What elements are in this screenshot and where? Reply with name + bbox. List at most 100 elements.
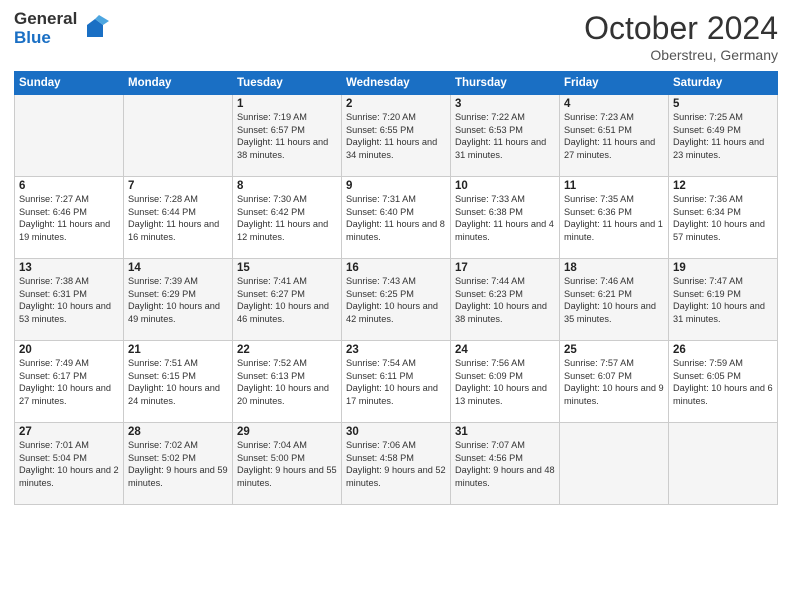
title-block: October 2024 Oberstreu, Germany: [584, 10, 778, 63]
day-number: 9: [346, 180, 446, 192]
table-row: 12Sunrise: 7:36 AM Sunset: 6:34 PM Dayli…: [669, 177, 778, 259]
day-info: Sunrise: 7:31 AM Sunset: 6:40 PM Dayligh…: [346, 193, 446, 244]
table-row: 28Sunrise: 7:02 AM Sunset: 5:02 PM Dayli…: [124, 423, 233, 505]
table-row: 7Sunrise: 7:28 AM Sunset: 6:44 PM Daylig…: [124, 177, 233, 259]
day-info: Sunrise: 7:22 AM Sunset: 6:53 PM Dayligh…: [455, 111, 555, 162]
day-info: Sunrise: 7:28 AM Sunset: 6:44 PM Dayligh…: [128, 193, 228, 244]
day-number: 7: [128, 180, 228, 192]
day-info: Sunrise: 7:07 AM Sunset: 4:56 PM Dayligh…: [455, 439, 555, 490]
table-row: 26Sunrise: 7:59 AM Sunset: 6:05 PM Dayli…: [669, 341, 778, 423]
day-info: Sunrise: 7:19 AM Sunset: 6:57 PM Dayligh…: [237, 111, 337, 162]
day-info: Sunrise: 7:59 AM Sunset: 6:05 PM Dayligh…: [673, 357, 773, 408]
day-number: 29: [237, 426, 337, 438]
header-monday: Monday: [124, 72, 233, 95]
day-info: Sunrise: 7:27 AM Sunset: 6:46 PM Dayligh…: [19, 193, 119, 244]
month-title: October 2024: [584, 10, 778, 47]
day-info: Sunrise: 7:56 AM Sunset: 6:09 PM Dayligh…: [455, 357, 555, 408]
page-header: General Blue October 2024 Oberstreu, Ger…: [14, 10, 778, 63]
day-info: Sunrise: 7:02 AM Sunset: 5:02 PM Dayligh…: [128, 439, 228, 490]
header-saturday: Saturday: [669, 72, 778, 95]
day-info: Sunrise: 7:41 AM Sunset: 6:27 PM Dayligh…: [237, 275, 337, 326]
day-number: 1: [237, 98, 337, 110]
day-number: 30: [346, 426, 446, 438]
table-row: 24Sunrise: 7:56 AM Sunset: 6:09 PM Dayli…: [451, 341, 560, 423]
day-info: Sunrise: 7:30 AM Sunset: 6:42 PM Dayligh…: [237, 193, 337, 244]
table-row: 9Sunrise: 7:31 AM Sunset: 6:40 PM Daylig…: [342, 177, 451, 259]
table-row: 21Sunrise: 7:51 AM Sunset: 6:15 PM Dayli…: [124, 341, 233, 423]
logo-general-text: General: [14, 10, 77, 29]
header-wednesday: Wednesday: [342, 72, 451, 95]
day-info: Sunrise: 7:06 AM Sunset: 4:58 PM Dayligh…: [346, 439, 446, 490]
location: Oberstreu, Germany: [584, 47, 778, 63]
day-number: 21: [128, 344, 228, 356]
table-row: 10Sunrise: 7:33 AM Sunset: 6:38 PM Dayli…: [451, 177, 560, 259]
day-number: 23: [346, 344, 446, 356]
table-row: 13Sunrise: 7:38 AM Sunset: 6:31 PM Dayli…: [15, 259, 124, 341]
day-info: Sunrise: 7:51 AM Sunset: 6:15 PM Dayligh…: [128, 357, 228, 408]
day-number: 2: [346, 98, 446, 110]
day-info: Sunrise: 7:54 AM Sunset: 6:11 PM Dayligh…: [346, 357, 446, 408]
table-row: 14Sunrise: 7:39 AM Sunset: 6:29 PM Dayli…: [124, 259, 233, 341]
logo-icon: [81, 15, 109, 43]
day-number: 3: [455, 98, 555, 110]
header-friday: Friday: [560, 72, 669, 95]
day-info: Sunrise: 7:20 AM Sunset: 6:55 PM Dayligh…: [346, 111, 446, 162]
day-info: Sunrise: 7:01 AM Sunset: 5:04 PM Dayligh…: [19, 439, 119, 490]
weekday-header-row: Sunday Monday Tuesday Wednesday Thursday…: [15, 72, 778, 95]
table-row: 6Sunrise: 7:27 AM Sunset: 6:46 PM Daylig…: [15, 177, 124, 259]
table-row: 17Sunrise: 7:44 AM Sunset: 6:23 PM Dayli…: [451, 259, 560, 341]
day-number: 13: [19, 262, 119, 274]
calendar-week-row: 27Sunrise: 7:01 AM Sunset: 5:04 PM Dayli…: [15, 423, 778, 505]
day-info: Sunrise: 7:23 AM Sunset: 6:51 PM Dayligh…: [564, 111, 664, 162]
table-row: 18Sunrise: 7:46 AM Sunset: 6:21 PM Dayli…: [560, 259, 669, 341]
table-row: 30Sunrise: 7:06 AM Sunset: 4:58 PM Dayli…: [342, 423, 451, 505]
day-info: Sunrise: 7:04 AM Sunset: 5:00 PM Dayligh…: [237, 439, 337, 490]
day-info: Sunrise: 7:38 AM Sunset: 6:31 PM Dayligh…: [19, 275, 119, 326]
table-row: 23Sunrise: 7:54 AM Sunset: 6:11 PM Dayli…: [342, 341, 451, 423]
day-number: 16: [346, 262, 446, 274]
table-row: [124, 95, 233, 177]
calendar-week-row: 1Sunrise: 7:19 AM Sunset: 6:57 PM Daylig…: [15, 95, 778, 177]
day-number: 14: [128, 262, 228, 274]
table-row: 4Sunrise: 7:23 AM Sunset: 6:51 PM Daylig…: [560, 95, 669, 177]
day-number: 11: [564, 180, 664, 192]
table-row: [560, 423, 669, 505]
day-info: Sunrise: 7:39 AM Sunset: 6:29 PM Dayligh…: [128, 275, 228, 326]
table-row: 11Sunrise: 7:35 AM Sunset: 6:36 PM Dayli…: [560, 177, 669, 259]
day-number: 25: [564, 344, 664, 356]
header-thursday: Thursday: [451, 72, 560, 95]
calendar-week-row: 20Sunrise: 7:49 AM Sunset: 6:17 PM Dayli…: [15, 341, 778, 423]
table-row: 3Sunrise: 7:22 AM Sunset: 6:53 PM Daylig…: [451, 95, 560, 177]
day-info: Sunrise: 7:35 AM Sunset: 6:36 PM Dayligh…: [564, 193, 664, 244]
day-number: 8: [237, 180, 337, 192]
day-info: Sunrise: 7:57 AM Sunset: 6:07 PM Dayligh…: [564, 357, 664, 408]
table-row: 16Sunrise: 7:43 AM Sunset: 6:25 PM Dayli…: [342, 259, 451, 341]
table-row: 25Sunrise: 7:57 AM Sunset: 6:07 PM Dayli…: [560, 341, 669, 423]
day-number: 5: [673, 98, 773, 110]
day-info: Sunrise: 7:46 AM Sunset: 6:21 PM Dayligh…: [564, 275, 664, 326]
day-number: 18: [564, 262, 664, 274]
table-row: 5Sunrise: 7:25 AM Sunset: 6:49 PM Daylig…: [669, 95, 778, 177]
day-number: 15: [237, 262, 337, 274]
day-info: Sunrise: 7:25 AM Sunset: 6:49 PM Dayligh…: [673, 111, 773, 162]
header-sunday: Sunday: [15, 72, 124, 95]
table-row: 15Sunrise: 7:41 AM Sunset: 6:27 PM Dayli…: [233, 259, 342, 341]
day-info: Sunrise: 7:49 AM Sunset: 6:17 PM Dayligh…: [19, 357, 119, 408]
header-tuesday: Tuesday: [233, 72, 342, 95]
day-info: Sunrise: 7:43 AM Sunset: 6:25 PM Dayligh…: [346, 275, 446, 326]
day-number: 6: [19, 180, 119, 192]
table-row: [669, 423, 778, 505]
day-info: Sunrise: 7:44 AM Sunset: 6:23 PM Dayligh…: [455, 275, 555, 326]
day-number: 27: [19, 426, 119, 438]
table-row: 31Sunrise: 7:07 AM Sunset: 4:56 PM Dayli…: [451, 423, 560, 505]
day-info: Sunrise: 7:33 AM Sunset: 6:38 PM Dayligh…: [455, 193, 555, 244]
day-info: Sunrise: 7:47 AM Sunset: 6:19 PM Dayligh…: [673, 275, 773, 326]
day-number: 31: [455, 426, 555, 438]
day-number: 24: [455, 344, 555, 356]
day-number: 17: [455, 262, 555, 274]
table-row: 22Sunrise: 7:52 AM Sunset: 6:13 PM Dayli…: [233, 341, 342, 423]
table-row: 1Sunrise: 7:19 AM Sunset: 6:57 PM Daylig…: [233, 95, 342, 177]
calendar-table: Sunday Monday Tuesday Wednesday Thursday…: [14, 71, 778, 505]
calendar-week-row: 6Sunrise: 7:27 AM Sunset: 6:46 PM Daylig…: [15, 177, 778, 259]
day-number: 20: [19, 344, 119, 356]
